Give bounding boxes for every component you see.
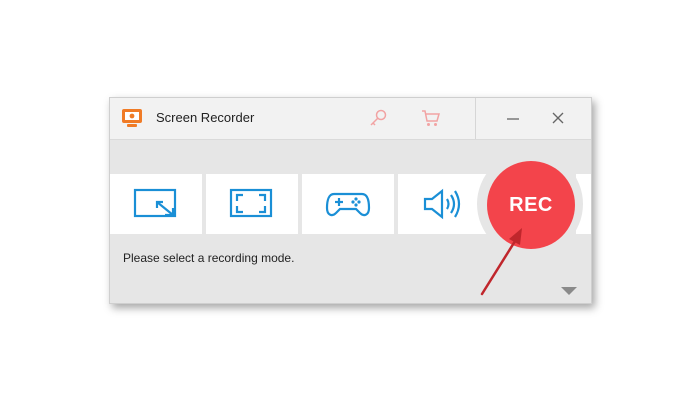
titlebar-divider bbox=[475, 98, 476, 139]
gamepad-icon bbox=[325, 192, 371, 217]
key-icon[interactable] bbox=[367, 107, 389, 129]
shopping-cart-icon[interactable] bbox=[420, 107, 442, 129]
fullscreen-icon bbox=[229, 188, 273, 218]
screen-recorder-window: Screen Recorder REC Please select a reco… bbox=[109, 97, 592, 304]
close-icon[interactable] bbox=[547, 107, 569, 129]
speaker-icon bbox=[423, 188, 461, 220]
window-title: Screen Recorder bbox=[156, 110, 255, 125]
screen-recorder-app-icon bbox=[122, 109, 142, 127]
title-bar: Screen Recorder bbox=[110, 98, 591, 140]
region-mode-button[interactable] bbox=[110, 174, 202, 234]
game-mode-button[interactable] bbox=[302, 174, 394, 234]
rec-button[interactable]: REC bbox=[487, 161, 575, 249]
fullscreen-mode-button[interactable] bbox=[206, 174, 298, 234]
expand-arrow-icon[interactable] bbox=[560, 286, 578, 296]
region-expand-icon bbox=[133, 188, 177, 218]
status-message: Please select a recording mode. bbox=[123, 251, 295, 265]
minimize-icon[interactable] bbox=[502, 107, 524, 129]
